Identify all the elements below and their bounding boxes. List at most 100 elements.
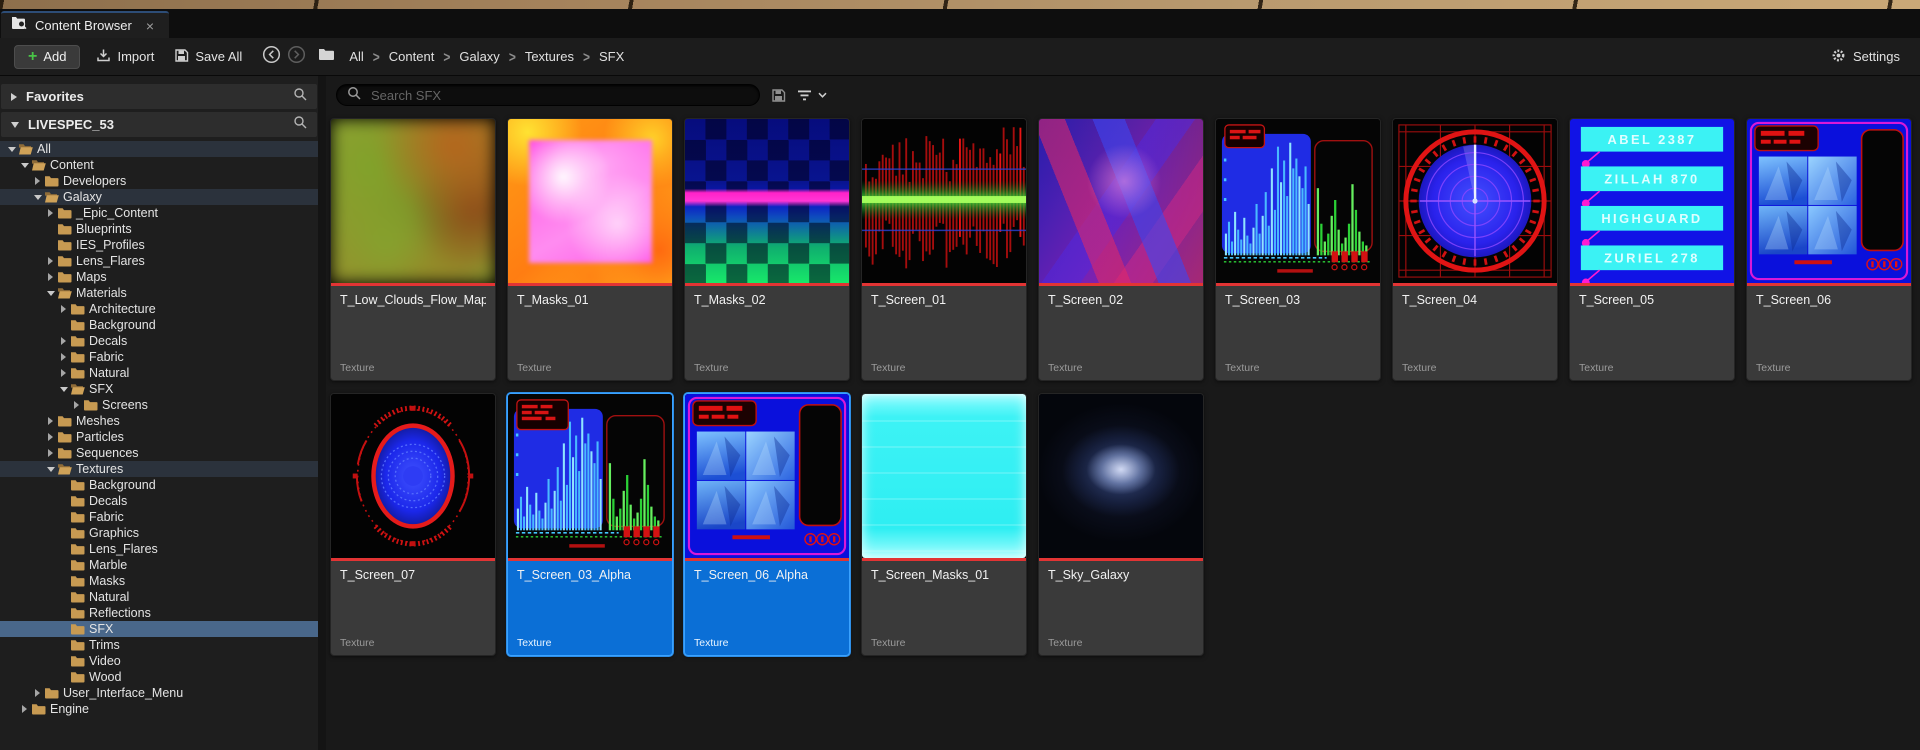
asset-tile-t_screen_05[interactable]: ABEL 2387 ZILLAH 870 HIGHGUARD ZURIEL 278 T… [1569,118,1735,381]
tree-item-lens_flares[interactable]: Lens_Flares [0,253,318,269]
panel-splitter[interactable] [318,76,326,750]
expander-icon[interactable] [19,705,30,713]
tree-item-screens[interactable]: Screens [0,397,318,413]
tree-item-natural[interactable]: Natural [0,365,318,381]
tree-item-all[interactable]: All [0,141,318,157]
search-box[interactable] [336,84,760,106]
tree-item-background[interactable]: Background [0,477,318,493]
tree-item-user_interface_menu[interactable]: User_Interface_Menu [0,685,318,701]
asset-tile-t_screen_03[interactable]: T_Screen_03 Texture [1215,118,1381,381]
expander-icon[interactable] [32,177,43,185]
tree-item-sfx[interactable]: SFX [0,381,318,397]
expander-icon[interactable] [58,353,69,361]
expander-icon[interactable] [58,305,69,313]
expander-icon[interactable] [58,369,69,377]
tree-item-background[interactable]: Background [0,317,318,333]
expander-icon[interactable] [71,401,82,409]
asset-tile-t_screen_06_alpha[interactable]: T_Screen_06_Alpha Texture [684,393,850,656]
breadcrumb-item-galaxy[interactable]: Galaxy [459,49,499,64]
tree-item-wood[interactable]: Wood [0,669,318,685]
save-search-button[interactable] [771,88,786,103]
forward-button[interactable] [287,45,306,69]
asset-tile-t_sky_galaxy[interactable]: T_Sky_Galaxy Texture [1038,393,1204,656]
search-icon [347,86,361,105]
expander-icon[interactable] [45,467,56,472]
filter-button[interactable] [797,89,827,102]
tree-item-particles[interactable]: Particles [0,429,318,445]
settings-button[interactable]: Settings [1831,48,1900,66]
expander-icon[interactable] [45,257,56,265]
breadcrumb-item-all[interactable]: All [349,49,363,64]
expander-icon[interactable] [45,209,56,217]
expander-icon[interactable] [6,147,17,152]
folder-icon [70,671,85,683]
tree-item-ies_profiles[interactable]: IES_Profiles [0,237,318,253]
tree-item-fabric[interactable]: Fabric [0,349,318,365]
favorites-header[interactable]: Favorites [1,84,317,109]
tree-item-decals[interactable]: Decals [0,493,318,509]
tree-item-video[interactable]: Video [0,653,318,669]
chevron-right-icon[interactable] [11,92,17,101]
tree-item-architecture[interactable]: Architecture [0,301,318,317]
favorites-search-icon[interactable] [293,87,307,106]
tree-item-sfx[interactable]: SFX [0,621,318,637]
expander-icon[interactable] [45,433,56,441]
expander-icon[interactable] [32,195,43,200]
tree-item-decals[interactable]: Decals [0,333,318,349]
expander-icon[interactable] [45,291,56,296]
tree-item-materials[interactable]: Materials [0,285,318,301]
tree-item-developers[interactable]: Developers [0,173,318,189]
tree-item-masks[interactable]: Masks [0,573,318,589]
tree-item-galaxy[interactable]: Galaxy [0,189,318,205]
expander-icon[interactable] [58,387,69,392]
tree-item-maps[interactable]: Maps [0,269,318,285]
asset-tile-t_screen_06[interactable]: T_Screen_06 Texture [1746,118,1912,381]
tree-item-textures[interactable]: Textures [0,461,318,477]
tree-item-trims[interactable]: Trims [0,637,318,653]
tree-item-_epic_content[interactable]: _Epic_Content [0,205,318,221]
expander-icon[interactable] [45,273,56,281]
tree-item-content[interactable]: Content [0,157,318,173]
folder-icon [70,623,85,635]
tree-item-sequences[interactable]: Sequences [0,445,318,461]
svg-text:HIGHGUARD: HIGHGUARD [1601,211,1702,226]
tree-item-graphics[interactable]: Graphics [0,525,318,541]
content-browser-window: Content Browser × + Add Import Save All … [0,0,1920,750]
tree-item-fabric[interactable]: Fabric [0,509,318,525]
expander-icon[interactable] [45,417,56,425]
tree-item-lens_flares[interactable]: Lens_Flares [0,541,318,557]
import-button[interactable]: Import [92,45,158,69]
asset-tile-t_screen_masks_01[interactable]: T_Screen_Masks_01 Texture [861,393,1027,656]
tab-content-browser[interactable]: Content Browser × [1,11,169,38]
expander-icon[interactable] [45,449,56,457]
expander-icon[interactable] [19,163,30,168]
expander-icon[interactable] [58,337,69,345]
save-all-button[interactable]: Save All [170,45,246,69]
asset-tile-t_screen_01[interactable]: T_Screen_01 Texture [861,118,1027,381]
tree-item-natural[interactable]: Natural [0,589,318,605]
folder-icon [18,143,33,155]
asset-tile-t_low_clouds_flow_map[interactable]: T_Low_Clouds_Flow_Map Texture [330,118,496,381]
breadcrumb-item-sfx[interactable]: SFX [599,49,624,64]
back-button[interactable] [262,45,281,69]
asset-tile-t_screen_02[interactable]: T_Screen_02 Texture [1038,118,1204,381]
tree-item-engine[interactable]: Engine [0,701,318,717]
tree-item-meshes[interactable]: Meshes [0,413,318,429]
tab-close-icon[interactable]: × [146,19,154,33]
chevron-down-icon[interactable] [11,121,19,128]
tree-item-marble[interactable]: Marble [0,557,318,573]
asset-tile-t_masks_01[interactable]: T_Masks_01 Texture [507,118,673,381]
tree-item-blueprints[interactable]: Blueprints [0,221,318,237]
collection-header[interactable]: LIVESPEC_53 [1,112,317,137]
asset-tile-t_screen_03_alpha[interactable]: T_Screen_03_Alpha Texture [507,393,673,656]
collection-search-icon[interactable] [293,115,307,134]
breadcrumb-item-content[interactable]: Content [389,49,435,64]
asset-tile-t_masks_02[interactable]: T_Masks_02 Texture [684,118,850,381]
tree-item-reflections[interactable]: Reflections [0,605,318,621]
asset-tile-t_screen_07[interactable]: T_Screen_07 Texture [330,393,496,656]
breadcrumb-item-textures[interactable]: Textures [525,49,574,64]
add-button[interactable]: + Add [14,44,81,69]
expander-icon[interactable] [32,689,43,697]
asset-tile-t_screen_04[interactable]: T_Screen_04 Texture [1392,118,1558,381]
search-input[interactable] [369,86,749,104]
